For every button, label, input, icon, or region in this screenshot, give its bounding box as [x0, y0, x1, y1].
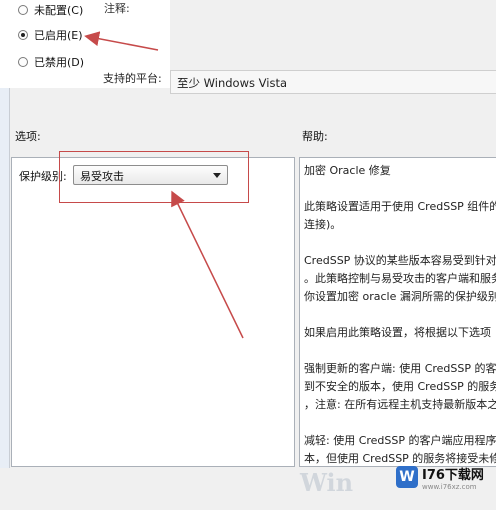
- radio-enabled[interactable]: 已启用(E): [18, 27, 83, 43]
- window-left-edge: [0, 88, 9, 510]
- help-line: [304, 342, 496, 360]
- options-panel: [11, 157, 295, 467]
- supported-platform-value: 至少 Windows Vista: [177, 76, 288, 90]
- help-line: [304, 414, 496, 432]
- radio-disabled-label: 已禁用(D): [34, 56, 85, 69]
- options-heading: 选项:: [15, 130, 41, 143]
- site-logo-icon: W: [396, 466, 418, 488]
- site-watermark: W I76下载网 www.i76xz.com: [396, 460, 491, 494]
- radio-not-configured-dot[interactable]: [18, 5, 28, 15]
- comment-label: 注释:: [104, 2, 130, 15]
- help-line: [304, 306, 496, 324]
- help-text: 加密 Oracle 修复 此策略设置适用于使用 CredSSP 组件的 连接)。 …: [304, 162, 496, 466]
- radio-enabled-dot[interactable]: [18, 30, 28, 40]
- help-heading: 帮助:: [302, 130, 328, 143]
- help-line: [304, 234, 496, 252]
- radio-not-configured[interactable]: 未配置(C): [18, 2, 83, 18]
- help-line: ，注意: 在所有远程主机支持最新版本之: [304, 398, 496, 411]
- site-watermark-title: I76下载网: [422, 467, 484, 483]
- help-line: CredSSP 协议的某些版本容易受到针对: [304, 254, 496, 267]
- help-line: [304, 180, 496, 198]
- help-line: 你设置加密 oracle 漏洞所需的保护级别: [304, 290, 496, 303]
- windows-watermark: Win: [300, 468, 354, 497]
- site-watermark-url: www.i76xz.com: [422, 482, 477, 491]
- help-line: 到不安全的版本，使用 CredSSP 的服务: [304, 380, 496, 393]
- radio-disabled-dot[interactable]: [18, 57, 28, 67]
- site-watermark-text: I76下载网 www.i76xz.com: [422, 464, 484, 491]
- annotation-highlight-box: [59, 151, 249, 203]
- window-edge-divider: [9, 88, 10, 510]
- help-line: 此策略设置适用于使用 CredSSP 组件的: [304, 200, 496, 213]
- help-panel[interactable]: 加密 Oracle 修复 此策略设置适用于使用 CredSSP 组件的 连接)。 …: [299, 157, 496, 467]
- supported-platform-label: 支持的平台:: [103, 72, 162, 85]
- radio-not-configured-label: 未配置(C): [34, 4, 84, 17]
- help-line: 如果启用此策略设置，将根据以下选项: [304, 326, 491, 339]
- help-line: 强制更新的客户端: 使用 CredSSP 的客: [304, 362, 496, 375]
- supported-platform-field: 至少 Windows Vista: [170, 70, 496, 94]
- help-line: 减轻: 使用 CredSSP 的客户端应用程序: [304, 434, 496, 447]
- help-line: 。此策略控制与易受攻击的客户端和服务: [304, 272, 496, 285]
- radio-enabled-label: 已启用(E): [34, 29, 83, 42]
- help-line: 加密 Oracle 修复: [304, 164, 391, 177]
- help-line: 连接)。: [304, 218, 342, 231]
- radio-disabled[interactable]: 已禁用(D): [18, 54, 84, 70]
